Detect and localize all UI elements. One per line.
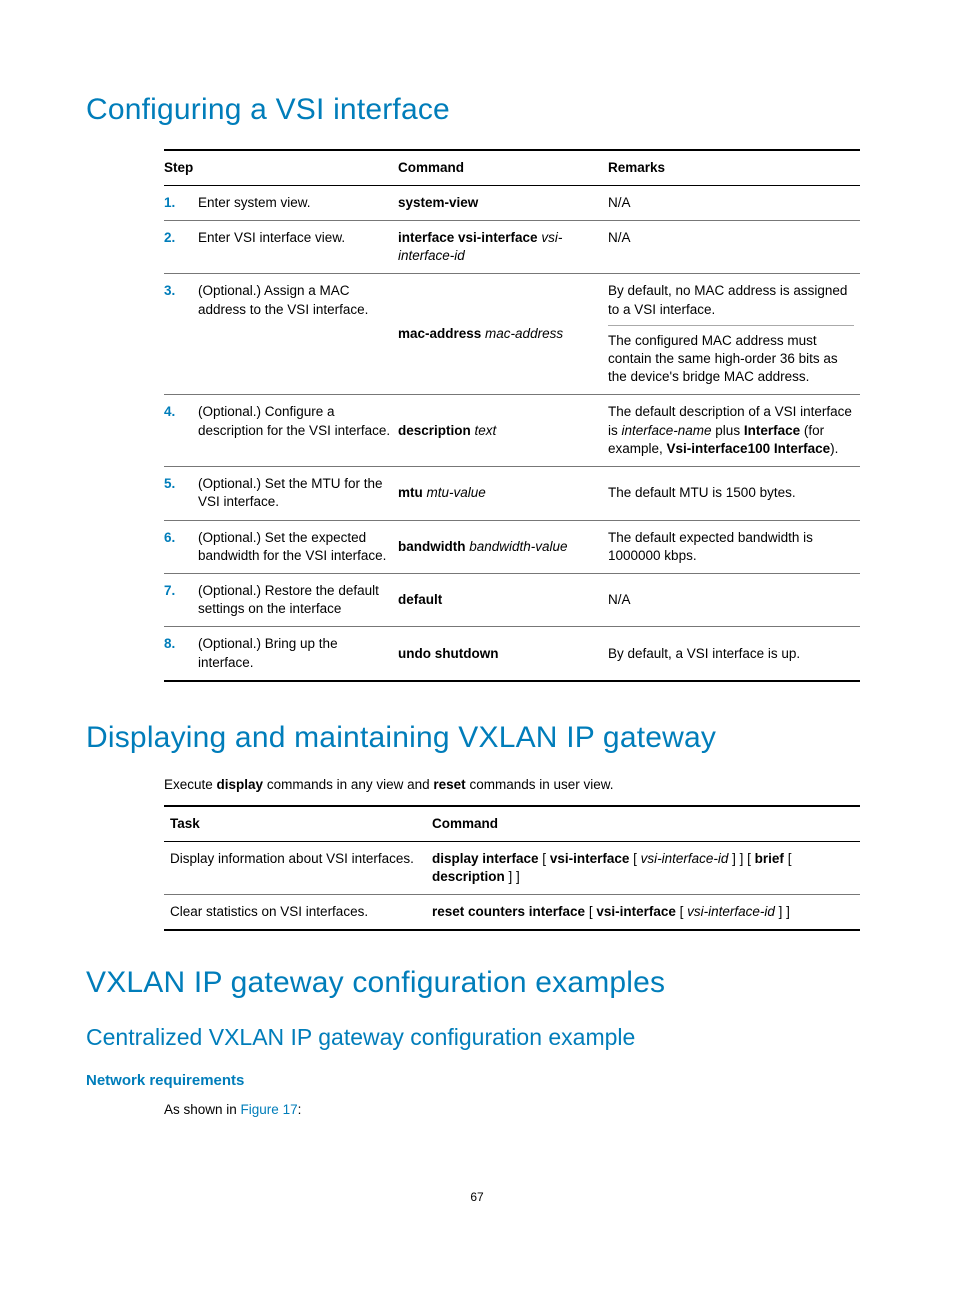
remarks-text: N/A [608,220,860,273]
step-text: (Optional.) Set the expected bandwidth f… [198,520,398,573]
step-num: 7. [164,582,192,600]
step-num: 1. [164,194,192,212]
remarks-text: N/A [608,185,860,220]
step-num: 6. [164,529,192,547]
step-text: (Optional.) Set the MTU for the VSI inte… [198,467,398,520]
table-row: 1. Enter system view. system-view N/A [164,185,860,220]
heading-config-vsi: Configuring a VSI interface [86,90,868,131]
step-num: 4. [164,403,192,421]
remarks-bold: Vsi-interface100 Interface [667,441,831,456]
remarks-text: The default expected bandwidth is 100000… [608,520,860,573]
remarks-text: By default, a VSI interface is up. [608,627,860,681]
cmd-italic: mtu-value [423,485,486,500]
cmd-bold: bandwidth [398,539,466,554]
table-row: 4. (Optional.) Configure a description f… [164,395,860,467]
table-row: 3. (Optional.) Assign a MAC address to t… [164,274,860,395]
para-figure-ref: As shown in Figure 17: [164,1101,860,1119]
step-num: 8. [164,635,192,653]
step-text: (Optional.) Configure a description for … [198,395,398,467]
cmd-bold: description [398,423,471,438]
cmd-italic: text [471,423,497,438]
cmd-italic: bandwidth-value [466,539,568,554]
page-number: 67 [86,1189,868,1205]
remarks-text: ). [830,441,838,456]
para-execute: Execute display commands in any view and… [164,776,860,794]
heading-centralized: Centralized VXLAN IP gateway configurati… [86,1022,868,1053]
step-text: (Optional.) Assign a MAC address to the … [198,274,398,395]
task-text: Clear statistics on VSI interfaces. [164,895,426,931]
table-row: 5. (Optional.) Set the MTU for the VSI i… [164,467,860,520]
remarks-text: plus [712,423,744,438]
table-row: Display information about VSI interfaces… [164,841,860,894]
table-row: 7. (Optional.) Restore the default setti… [164,574,860,627]
table-row: 8. (Optional.) Bring up the interface. u… [164,627,860,681]
step-text: (Optional.) Bring up the interface. [198,627,398,681]
cmd-bold: mtu [398,485,423,500]
table-row: Clear statistics on VSI interfaces. rese… [164,895,860,931]
cmd-italic: mac-address [481,326,563,341]
cmd-bold: default [398,592,442,607]
remarks-text: The configured MAC address must contain … [608,325,854,387]
th-task: Task [164,806,426,842]
command-text: display interface [ vsi-interface [ vsi-… [426,841,860,894]
command-text: reset counters interface [ vsi-interface… [426,895,860,931]
remarks-text: By default, no MAC address is assigned t… [608,282,854,318]
heading-examples: VXLAN IP gateway configuration examples [86,963,868,1004]
step-text: (Optional.) Restore the default settings… [198,574,398,627]
th-command: Command [398,150,608,186]
cmd-bold: mac-address [398,326,481,341]
th-command: Command [426,806,860,842]
table-row: 6. (Optional.) Set the expected bandwidt… [164,520,860,573]
remarks-text: The default MTU is 1500 bytes. [608,467,860,520]
th-step: Step [164,150,398,186]
heading-display-maintain: Displaying and maintaining VXLAN IP gate… [86,718,868,759]
remarks-italic: interface-name [622,423,712,438]
table-row: 2. Enter VSI interface view. interface v… [164,220,860,273]
remarks-bold: Interface [744,423,800,438]
th-remarks: Remarks [608,150,860,186]
display-maintain-table: Task Command Display information about V… [164,805,860,932]
cmd-bold: system-view [398,195,478,210]
step-text: Enter system view. [198,185,398,220]
step-num: 3. [164,282,192,300]
step-num: 2. [164,229,192,247]
cmd-bold: interface vsi-interface [398,230,538,245]
remarks-text: N/A [608,574,860,627]
cmd-bold: undo shutdown [398,646,498,661]
task-text: Display information about VSI interfaces… [164,841,426,894]
vsi-config-table: Step Command Remarks 1. Enter system vie… [164,149,860,682]
heading-network-req: Network requirements [86,1071,868,1091]
step-text: Enter VSI interface view. [198,220,398,273]
step-num: 5. [164,475,192,493]
figure-link[interactable]: Figure 17 [241,1102,298,1117]
